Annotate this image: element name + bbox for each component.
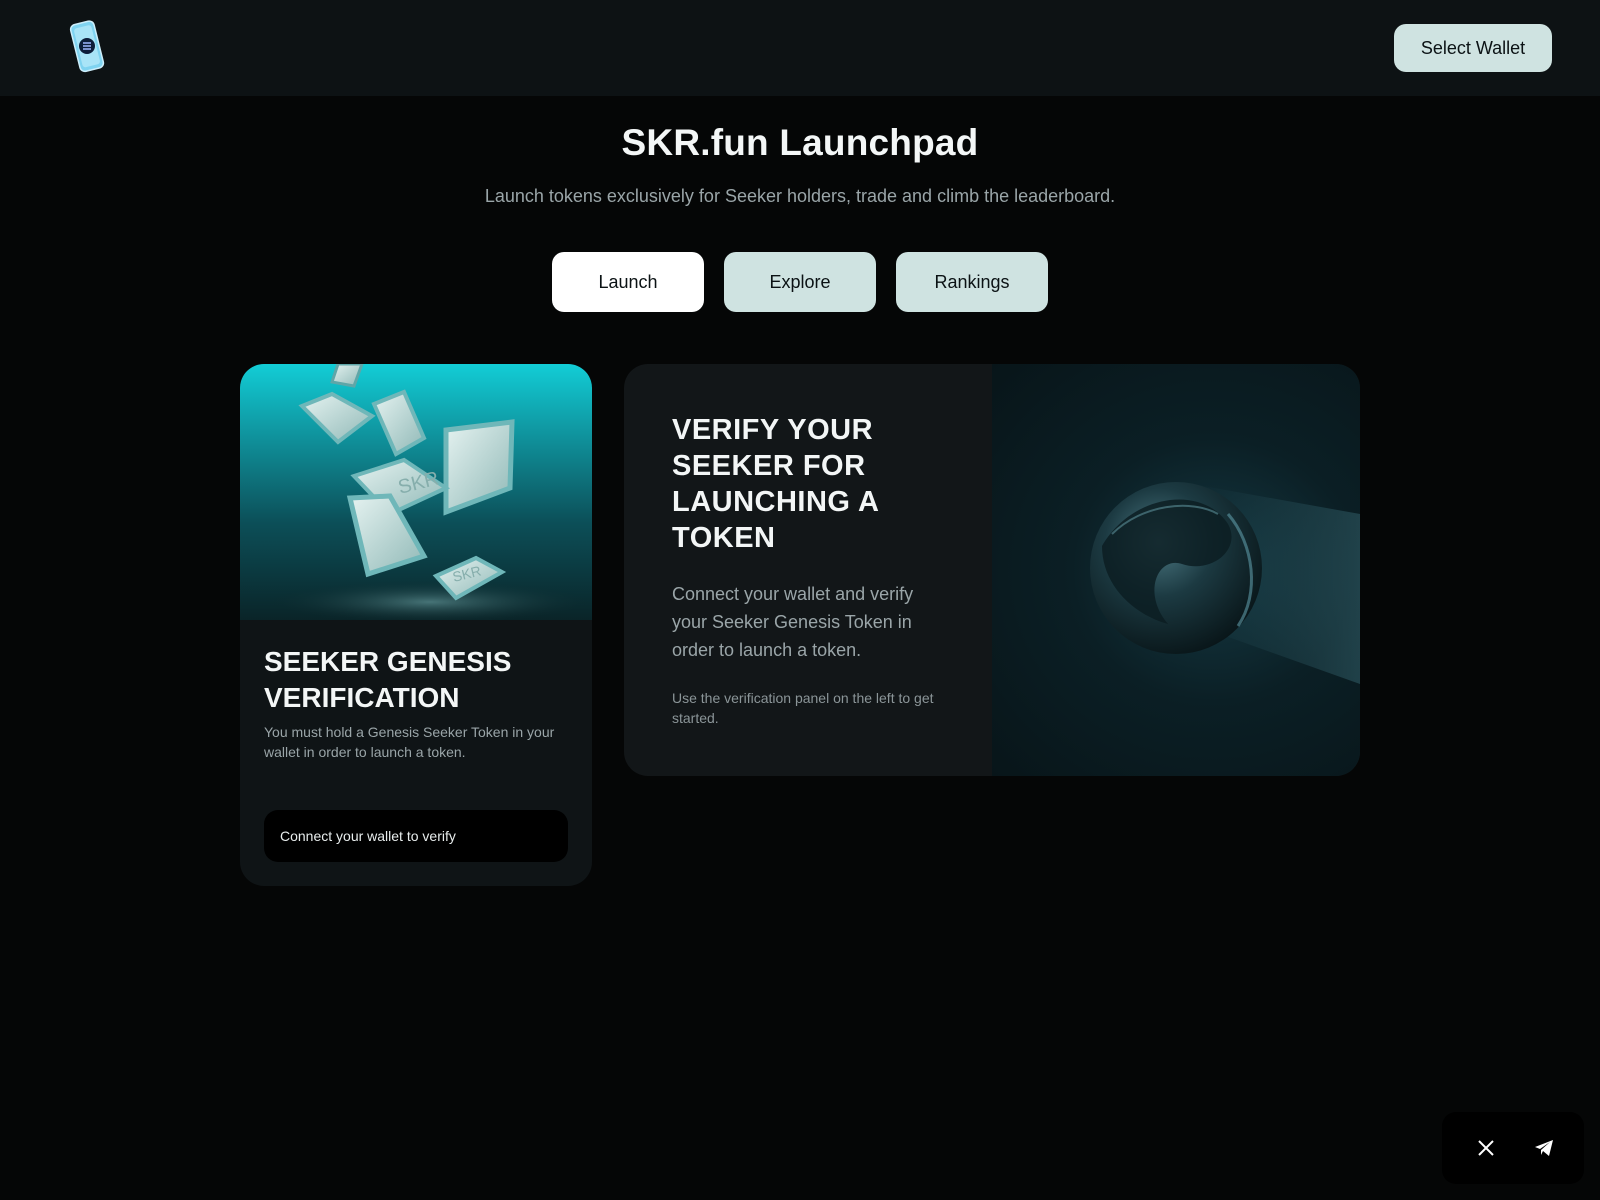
page-title: SKR.fun Launchpad	[621, 122, 979, 163]
verify-card-title: VERIFY YOUR SEEKER FOR LAUNCHING A TOKEN	[672, 414, 879, 554]
seeker-phone-logo-icon[interactable]	[68, 18, 108, 74]
main-tabs: Launch Explore Rankings	[552, 252, 1048, 312]
verify-seeker-card: VERIFY YOUR SEEKER FOR LAUNCHING A TOKEN…	[624, 364, 1360, 776]
x-twitter-icon[interactable]	[1466, 1128, 1506, 1168]
genesis-verification-card: SKR SKR SEEKER GENESIS VERIFICATION You …	[240, 364, 592, 886]
top-bar: Select Wallet	[0, 0, 1600, 96]
genesis-card-description: You must hold a Genesis Seeker Token in …	[264, 724, 555, 760]
social-links	[1442, 1112, 1584, 1184]
verification-status-text: Connect your wallet to verify	[280, 828, 456, 844]
skr-tokens-illustration: SKR SKR	[240, 364, 592, 624]
tab-rankings[interactable]: Rankings	[896, 252, 1048, 312]
tab-launch[interactable]: Launch	[552, 252, 704, 312]
page-subtitle: Launch tokens exclusively for Seeker hol…	[484, 186, 1116, 206]
verify-card-description: Connect your wallet and verify your Seek…	[672, 584, 914, 660]
dark-sphere-illustration	[992, 364, 1360, 776]
select-wallet-button[interactable]: Select Wallet	[1394, 24, 1552, 72]
verification-status-box[interactable]: Connect your wallet to verify	[264, 810, 568, 862]
verify-card-hint: Use the verification panel on the left t…	[672, 690, 934, 726]
telegram-icon[interactable]	[1524, 1128, 1564, 1168]
tab-explore[interactable]: Explore	[724, 252, 876, 312]
genesis-card-title: SEEKER GENESIS VERIFICATION	[264, 646, 512, 713]
